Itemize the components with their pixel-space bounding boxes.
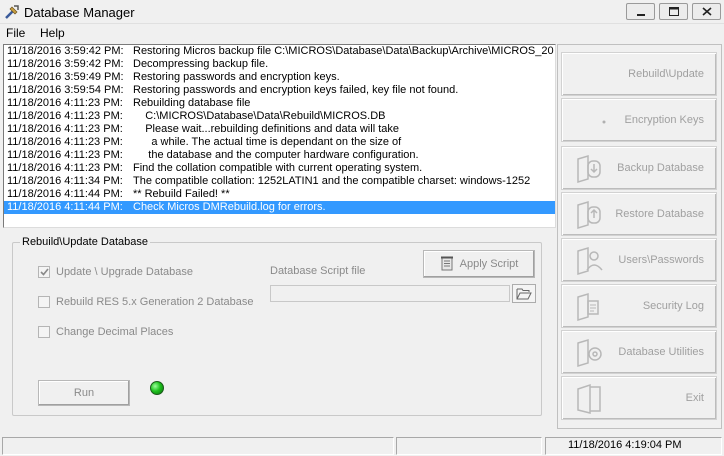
security-log-button[interactable]: Security Log xyxy=(561,284,717,328)
log-message: Decompressing backup file. xyxy=(133,58,269,70)
script-icon xyxy=(440,256,453,271)
log-message: The compatible collation: 1252LATIN1 and… xyxy=(133,175,531,187)
log-timestamp: 11/18/2016 4:11:23 PM: xyxy=(7,136,123,148)
users-passwords-button[interactable]: Users\Passwords xyxy=(561,238,717,282)
restore-database-button[interactable]: Restore Database xyxy=(561,192,717,236)
log-message: Check Micros DMRebuild.log for errors. xyxy=(133,201,326,213)
log-timestamp: 11/18/2016 3:59:42 PM: xyxy=(7,45,124,57)
restore-icon xyxy=(577,200,601,230)
log-message: Restoring Micros backup file C:\MICROS\D… xyxy=(133,45,554,57)
checkbox[interactable] xyxy=(38,296,50,308)
encryption-keys-label: Encryption Keys xyxy=(624,114,704,126)
log-line[interactable]: 11/18/2016 4:11:44 PM: Check Micros DMReb… xyxy=(4,201,555,214)
window-title: Database Manager xyxy=(24,5,135,20)
log-message: Restoring passwords and encryption keys. xyxy=(133,71,340,83)
option-label: Change Decimal Places xyxy=(56,326,174,338)
log-icon xyxy=(577,292,599,322)
script-file-input[interactable] xyxy=(270,285,510,302)
folder-open-icon xyxy=(516,288,532,300)
log-line[interactable]: 11/18/2016 4:11:23 PM: C:\MICROS\Databas… xyxy=(4,110,555,123)
log-message: ** Rebuild Failed! ** xyxy=(133,188,230,200)
log-timestamp: 11/18/2016 3:59:49 PM: xyxy=(7,71,124,83)
log-message: Find the collation compatible with curre… xyxy=(133,162,423,174)
checkbox[interactable] xyxy=(38,266,50,278)
run-button[interactable]: Run xyxy=(38,380,130,406)
option-rebuild-res5[interactable]: Rebuild RES 5.x Generation 2 Database xyxy=(38,295,254,309)
checkmark-icon xyxy=(39,268,49,276)
log-line[interactable]: 11/18/2016 3:59:42 PM: Decompressing back… xyxy=(4,58,555,71)
backup-database-button[interactable]: Backup Database xyxy=(561,146,717,190)
log-line[interactable]: 11/18/2016 4:11:23 PM: Find the collation… xyxy=(4,162,555,175)
log-line[interactable]: 11/18/2016 4:11:23 PM: a while. The actu… xyxy=(4,136,555,149)
rebuild-update-label: Rebuild\Update xyxy=(628,68,704,80)
backup-database-label: Backup Database xyxy=(617,162,704,174)
close-icon xyxy=(701,7,712,16)
status-pane-middle xyxy=(396,437,542,455)
log-line[interactable]: 11/18/2016 3:59:54 PM: Restoring password… xyxy=(4,84,555,97)
log-line[interactable]: 11/18/2016 3:59:42 PM: Restoring Micros b… xyxy=(4,45,555,58)
utilities-icon xyxy=(577,338,602,368)
checkbox[interactable] xyxy=(38,326,50,338)
security-log-label: Security Log xyxy=(642,300,704,312)
log-line[interactable]: 11/18/2016 4:11:23 PM: the database and … xyxy=(4,149,555,162)
minimize-icon xyxy=(636,13,645,16)
log-message: a while. The actual time is dependant on… xyxy=(133,136,402,148)
log-timestamp: 11/18/2016 4:11:23 PM: xyxy=(7,162,123,174)
restore-database-label: Restore Database xyxy=(615,208,704,220)
browse-button[interactable] xyxy=(512,284,536,303)
log-timestamp: 11/18/2016 4:11:44 PM: xyxy=(7,201,123,213)
status-led-indicator xyxy=(150,381,164,395)
key-icon xyxy=(602,120,606,124)
log-line[interactable]: 11/18/2016 3:59:49 PM: Restoring password… xyxy=(4,71,555,84)
database-utilities-button[interactable]: Database Utilities xyxy=(561,330,717,374)
option-label: Update \ Upgrade Database xyxy=(56,266,193,278)
database-utilities-label: Database Utilities xyxy=(618,346,704,358)
log-message: Rebuilding database file xyxy=(133,97,251,109)
log-line[interactable]: 11/18/2016 4:11:44 PM: ** Rebuild Failed!… xyxy=(4,188,555,201)
apply-script-button[interactable]: Apply Script xyxy=(423,250,535,278)
log-message: C:\MICROS\Database\Data\Rebuild\MICROS.D… xyxy=(133,110,386,122)
rebuild-update-button[interactable]: Rebuild\Update xyxy=(561,52,717,96)
close-button[interactable] xyxy=(692,3,721,20)
log-line[interactable]: 11/18/2016 4:11:23 PM: Rebuilding databas… xyxy=(4,97,555,110)
title-bar: Database Manager xyxy=(0,0,724,24)
maximize-button[interactable] xyxy=(659,3,688,20)
log-message: Please wait...rebuilding definitions and… xyxy=(133,123,399,135)
encryption-keys-button[interactable]: Encryption Keys xyxy=(561,98,717,142)
log-timestamp: 11/18/2016 3:59:42 PM: xyxy=(7,58,124,70)
menu-bar: File Help xyxy=(0,24,724,43)
groupbox-title: Rebuild\Update Database xyxy=(20,236,150,248)
log-timestamp: 11/18/2016 4:11:34 PM: xyxy=(7,175,123,187)
log-line[interactable]: 11/18/2016 4:11:23 PM: Please wait...reb… xyxy=(4,123,555,136)
tools-icon xyxy=(5,5,19,19)
log-line[interactable]: 11/18/2016 4:11:34 PM: The compatible col… xyxy=(4,175,555,188)
script-file-label: Database Script file xyxy=(270,265,366,277)
log-timestamp: 11/18/2016 4:11:23 PM: xyxy=(7,149,123,161)
exit-button[interactable]: Exit xyxy=(561,376,717,420)
log-timestamp: 11/18/2016 4:11:44 PM: xyxy=(7,188,123,200)
log-timestamp: 11/18/2016 4:11:23 PM: xyxy=(7,123,123,135)
option-change-decimal[interactable]: Change Decimal Places xyxy=(38,325,173,339)
maximize-icon xyxy=(668,7,679,16)
backup-icon xyxy=(577,154,601,184)
option-label: Rebuild RES 5.x Generation 2 Database xyxy=(56,296,254,308)
apply-script-label: Apply Script xyxy=(459,258,519,270)
exit-door-icon xyxy=(577,383,601,414)
menu-file[interactable]: File xyxy=(6,26,25,40)
log-timestamp: 11/18/2016 4:11:23 PM: xyxy=(7,110,123,122)
log-timestamp: 11/18/2016 3:59:54 PM: xyxy=(7,84,124,96)
option-update-upgrade[interactable]: Update \ Upgrade Database xyxy=(38,265,193,279)
status-datetime: 11/18/2016 4:19:04 PM xyxy=(568,439,682,451)
log-timestamp: 11/18/2016 4:11:23 PM: xyxy=(7,97,123,109)
exit-label: Exit xyxy=(685,392,704,404)
users-passwords-label: Users\Passwords xyxy=(618,254,704,266)
menu-help[interactable]: Help xyxy=(40,26,65,40)
log-message: Restoring passwords and encryption keys … xyxy=(133,84,459,96)
log-listbox[interactable]: 11/18/2016 3:59:42 PM: Restoring Micros b… xyxy=(3,44,556,228)
status-pane-main xyxy=(2,437,394,455)
log-message: the database and the computer hardware c… xyxy=(133,149,419,161)
users-icon xyxy=(577,246,603,276)
minimize-button[interactable] xyxy=(626,3,655,20)
